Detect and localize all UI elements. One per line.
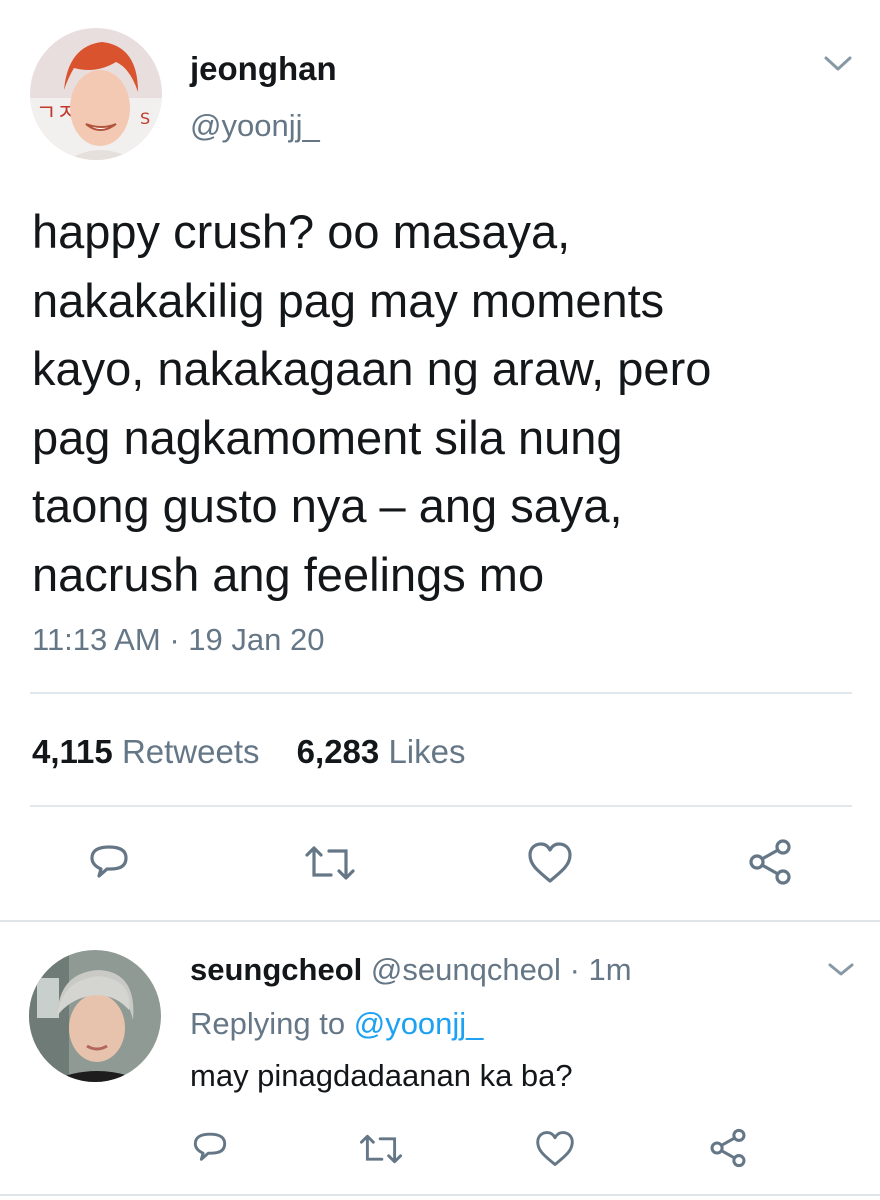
tweet-text-line: nacrush ang feelings mo (32, 547, 545, 601)
separator-dot: · (569, 952, 580, 987)
tweet-text-line: happy crush? oo masaya, (32, 205, 571, 258)
share-icon (710, 1128, 746, 1168)
reply-author-handle[interactable]: @seunqcheol (371, 952, 561, 987)
reply-icon (193, 1132, 227, 1161)
likes-count[interactable]: 6,283 (297, 733, 380, 770)
divider (0, 920, 880, 922)
tweet-text: happy crush? oo masaya, nakakakilig pag … (32, 198, 852, 609)
avatar[interactable]: ㄱㅈ S (30, 28, 162, 160)
replying-to: Replying to @yoonjj_ (190, 1006, 483, 1042)
retweets-count[interactable]: 4,115 (32, 733, 113, 770)
likes-label[interactable]: Likes (388, 733, 465, 770)
divider (30, 805, 852, 807)
reply-time[interactable]: 1m (589, 952, 632, 987)
divider (30, 692, 852, 694)
tweet-text-line: taong gusto nya – ang saya, (32, 479, 623, 532)
like-icon (528, 842, 572, 883)
replying-to-label: Replying to (190, 1006, 346, 1041)
like-icon (536, 1131, 574, 1167)
divider (0, 1194, 880, 1196)
tweet-text-line: kayo, nakakagaan ng araw, pero (32, 342, 712, 395)
retweets-label[interactable]: Retweets (122, 733, 260, 770)
separator-dot: · (169, 622, 180, 657)
tweet-text-line: pag nagkamoment sila nung (32, 410, 623, 464)
reply-like-button[interactable] (532, 1128, 578, 1170)
replying-to-handle[interactable]: @yoonjj_ (354, 1006, 484, 1041)
reply-reply-button[interactable] (188, 1128, 232, 1168)
svg-text:S: S (140, 109, 150, 128)
share-icon (749, 839, 791, 885)
chevron-down-icon[interactable] (826, 960, 856, 980)
like-button[interactable] (524, 838, 576, 888)
author-handle[interactable]: @yoonjj_ (190, 108, 320, 144)
author-name[interactable]: jeonghan (190, 50, 337, 88)
reply-share-button[interactable] (706, 1126, 750, 1170)
tweet-stats: 4,115 Retweets 6,283 Likes (32, 733, 493, 771)
reply-button[interactable] (84, 838, 134, 888)
reply-author-name[interactable]: seungcheol (190, 952, 362, 987)
reply-text: may pinagdadaanan ka ba? (190, 1058, 573, 1093)
tweet-text-line: nakakakilig pag may moments (32, 273, 665, 327)
reply-avatar[interactable] (29, 950, 161, 1082)
tweet-timestamp[interactable]: 11:13 AM · 19 Jan 20 (32, 622, 324, 658)
tweet-time: 11:13 AM (32, 622, 161, 657)
main-tweet: ㄱㅈ S jeonghan @yoonjj_ happy crush? oo m… (0, 0, 880, 922)
retweet-icon (305, 846, 355, 880)
share-button[interactable] (744, 836, 796, 888)
reply-header: seungcheol @seunqcheol · 1m (190, 952, 632, 988)
tweet-date: 19 Jan 20 (188, 622, 325, 657)
reply-retweet-button[interactable] (356, 1130, 406, 1168)
retweet-button[interactable] (302, 840, 358, 886)
chevron-down-icon[interactable] (823, 54, 853, 74)
reply-icon (90, 845, 128, 878)
retweet-icon (360, 1134, 402, 1164)
